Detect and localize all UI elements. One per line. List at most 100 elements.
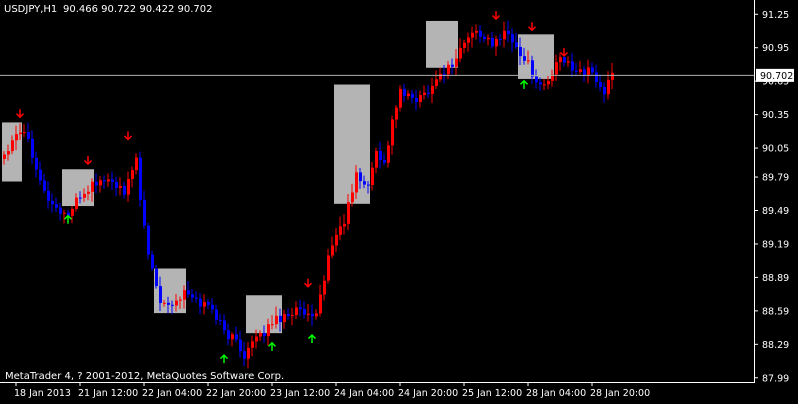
- candle-body: [543, 84, 546, 86]
- candle-body: [167, 302, 170, 305]
- candle-body: [407, 93, 410, 96]
- candle-body: [399, 88, 402, 108]
- candle-body: [443, 73, 446, 75]
- candle-body: [463, 42, 466, 48]
- candle-body: [115, 182, 118, 188]
- candle-body: [495, 39, 498, 47]
- candle-body: [571, 61, 574, 71]
- candle-body: [351, 192, 354, 203]
- price-tick-label: 88.29: [762, 340, 789, 351]
- candle-body: [379, 151, 382, 161]
- candle-body: [83, 193, 86, 198]
- candle-body: [19, 132, 22, 135]
- candle-body: [199, 298, 202, 307]
- candle-body: [311, 313, 314, 317]
- zone-box: [154, 268, 186, 314]
- candle-body: [239, 339, 242, 352]
- candle-body: [531, 60, 534, 77]
- candle-body: [91, 181, 94, 192]
- candle-body: [515, 42, 518, 47]
- candle-body: [475, 30, 478, 33]
- symbol-timeframe: USDJPY,H1: [4, 4, 57, 15]
- candle-body: [467, 37, 470, 43]
- candle-body: [539, 82, 542, 85]
- candle-body: [355, 172, 358, 193]
- candle-body: [227, 330, 230, 340]
- candle-body: [519, 46, 522, 57]
- candle-body: [15, 134, 18, 141]
- candle-body: [75, 197, 78, 209]
- chart-background: [0, 0, 798, 400]
- candle-body: [35, 157, 38, 170]
- candle-body: [327, 255, 330, 281]
- candle-body: [59, 207, 62, 214]
- candle-body: [103, 180, 106, 182]
- candle-body: [55, 204, 58, 208]
- candle-body: [203, 302, 206, 307]
- price-chart[interactable]: 91.2590.9590.6590.3590.0589.7989.4989.19…: [0, 0, 798, 400]
- candle-body: [599, 81, 602, 88]
- candle-body: [323, 280, 326, 295]
- candle-body: [23, 132, 26, 134]
- candle-body: [567, 61, 570, 63]
- candle-body: [315, 313, 318, 317]
- candle-body: [179, 299, 182, 301]
- candle-body: [71, 208, 74, 216]
- candle-body: [223, 320, 226, 331]
- candle-body: [435, 79, 438, 86]
- price-tick-label: 90.35: [762, 110, 789, 121]
- candle-body: [575, 70, 578, 72]
- time-tick-label: 25 Jan 12:00: [462, 388, 522, 399]
- candle-body: [187, 290, 190, 295]
- candle-body: [587, 67, 590, 75]
- candle-body: [139, 157, 142, 200]
- ohlc-readout: 90.466 90.722 90.422 90.702: [63, 4, 213, 15]
- candle-body: [287, 314, 290, 316]
- time-tick-label: 23 Jan 12:00: [270, 388, 330, 399]
- candle-body: [155, 268, 158, 287]
- current-price-label: 90.702: [760, 71, 793, 82]
- candle-body: [451, 64, 454, 67]
- copyright-text: MetaTrader 4, ? 2001-2012, MetaQuotes So…: [5, 371, 284, 382]
- candle-body: [459, 47, 462, 59]
- candle-body: [119, 186, 122, 188]
- current-price-tag: 90.702: [756, 68, 794, 82]
- candle-body: [147, 225, 150, 255]
- candle-body: [487, 37, 490, 40]
- candle-body: [175, 300, 178, 306]
- candle-body: [419, 95, 422, 102]
- candle: [139, 151, 142, 207]
- candle-body: [131, 170, 134, 179]
- candle-body: [219, 319, 222, 321]
- candle-body: [143, 199, 146, 226]
- candle-body: [319, 294, 322, 314]
- candle-body: [151, 254, 154, 269]
- price-tick-label: 90.05: [762, 144, 789, 155]
- candle-body: [183, 290, 186, 300]
- candle-body: [499, 39, 502, 41]
- candle-body: [367, 184, 370, 186]
- candle-body: [375, 151, 378, 168]
- candle-body: [191, 294, 194, 298]
- candle-body: [123, 186, 126, 195]
- candle-body: [231, 334, 234, 340]
- candle-body: [507, 30, 510, 35]
- candle-body: [591, 67, 594, 73]
- candle-body: [471, 32, 474, 38]
- candle-body: [255, 336, 258, 342]
- candle-body: [395, 107, 398, 120]
- candle-body: [163, 302, 166, 304]
- candle-body: [171, 304, 174, 306]
- candle-body: [527, 60, 530, 62]
- candle-body: [583, 69, 586, 75]
- candle-body: [535, 76, 538, 83]
- candle-body: [479, 30, 482, 37]
- candle-body: [3, 154, 6, 159]
- time-tick-label: 21 Jan 12:00: [78, 388, 138, 399]
- candle-body: [299, 307, 302, 310]
- candle-body: [347, 202, 350, 224]
- candle-body: [339, 226, 342, 235]
- chart-window[interactable]: 91.25 90.95 90.65 90.35 90.05 89.79 89.49 89.19…: [0, 0, 798, 400]
- candle-body: [447, 64, 450, 75]
- time-tick-label: 28 Jan 04:00: [526, 388, 586, 399]
